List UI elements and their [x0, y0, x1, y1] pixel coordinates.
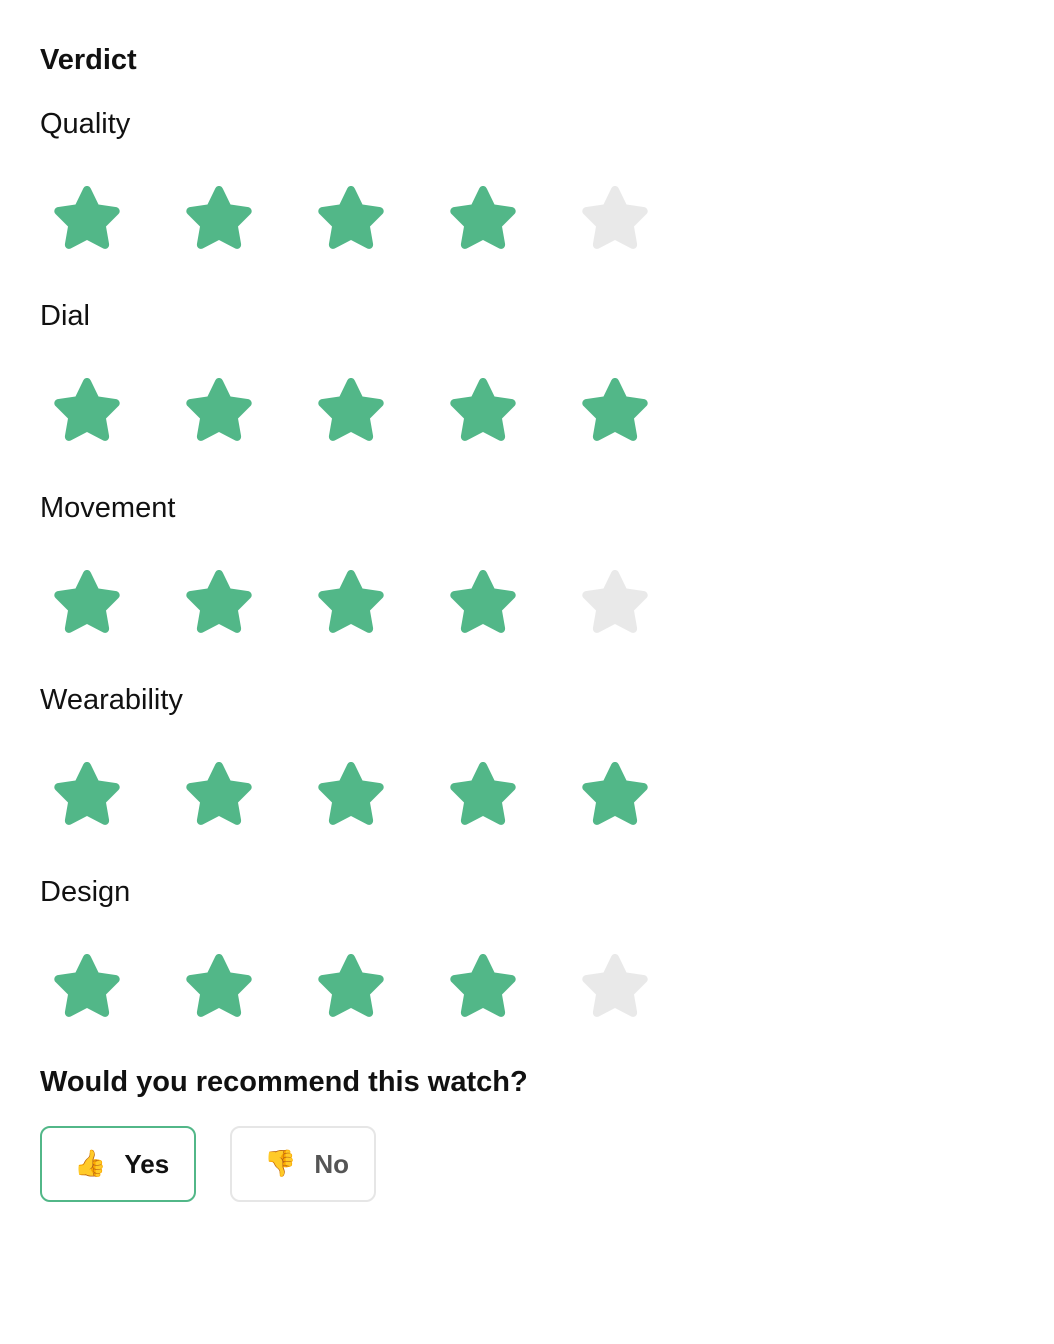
- thumbs-up-icon: 👍: [74, 1149, 107, 1179]
- star-filled-icon[interactable]: [181, 180, 257, 256]
- recommend-question: Would you recommend this watch?: [40, 1066, 528, 1098]
- star-filled-icon[interactable]: [49, 948, 125, 1024]
- star-filled-icon[interactable]: [181, 372, 257, 448]
- no-label: No: [314, 1148, 350, 1179]
- recommend-buttons: 👍 Yes 👎 No: [40, 1126, 1020, 1202]
- yes-label: Yes: [124, 1148, 170, 1179]
- star-filled-icon[interactable]: [577, 756, 653, 832]
- star-filled-icon[interactable]: [181, 564, 257, 640]
- star-filled-icon[interactable]: [181, 948, 257, 1024]
- rating-category-quality: Quality: [40, 104, 1020, 260]
- star-filled-icon[interactable]: [181, 756, 257, 832]
- rating-categories: Quality Dial Movement Wearability Design: [40, 104, 1020, 1028]
- star-filled-icon[interactable]: [313, 372, 389, 448]
- category-label: Wearability: [40, 684, 183, 716]
- verdict-panel: Verdict Quality Dial Movement Wearabilit…: [40, 40, 1020, 1202]
- star-filled-icon[interactable]: [49, 564, 125, 640]
- star-filled-icon[interactable]: [445, 372, 521, 448]
- star-rating: [49, 752, 1020, 836]
- star-filled-icon[interactable]: [445, 180, 521, 256]
- star-filled-icon[interactable]: [445, 564, 521, 640]
- star-rating: [49, 560, 1020, 644]
- verdict-heading: Verdict: [40, 44, 137, 76]
- recommend-no-button[interactable]: 👎 No: [230, 1126, 376, 1202]
- star-filled-icon[interactable]: [577, 372, 653, 448]
- star-empty-icon[interactable]: [577, 948, 653, 1024]
- thumbs-down-icon: 👎: [264, 1149, 297, 1179]
- star-filled-icon[interactable]: [445, 756, 521, 832]
- rating-category-design: Design: [40, 872, 1020, 1028]
- rating-category-wearability: Wearability: [40, 680, 1020, 836]
- category-label: Design: [40, 876, 131, 908]
- rating-category-movement: Movement: [40, 488, 1020, 644]
- category-label: Quality: [40, 108, 131, 140]
- star-empty-icon[interactable]: [577, 180, 653, 256]
- star-rating: [49, 944, 1020, 1028]
- category-label: Movement: [40, 492, 176, 524]
- star-empty-icon[interactable]: [577, 564, 653, 640]
- star-filled-icon[interactable]: [49, 180, 125, 256]
- star-filled-icon[interactable]: [313, 564, 389, 640]
- star-filled-icon[interactable]: [313, 180, 389, 256]
- recommend-yes-button[interactable]: 👍 Yes: [40, 1126, 196, 1202]
- star-rating: [49, 176, 1020, 260]
- category-label: Dial: [40, 300, 90, 332]
- star-filled-icon[interactable]: [49, 756, 125, 832]
- rating-category-dial: Dial: [40, 296, 1020, 452]
- star-filled-icon[interactable]: [313, 948, 389, 1024]
- star-rating: [49, 368, 1020, 452]
- star-filled-icon[interactable]: [445, 948, 521, 1024]
- star-filled-icon[interactable]: [49, 372, 125, 448]
- star-filled-icon[interactable]: [313, 756, 389, 832]
